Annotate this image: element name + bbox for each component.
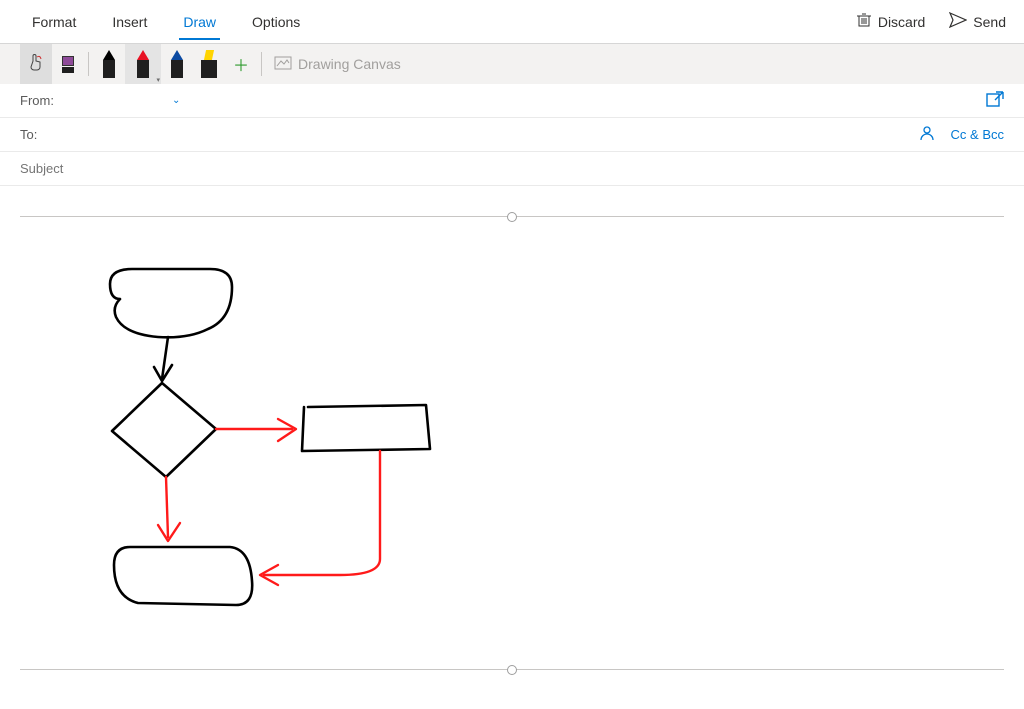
ribbon-actions: Discard Send <box>856 12 1006 31</box>
to-input[interactable] <box>72 127 919 142</box>
subject-row <box>0 152 1024 186</box>
chevron-down-icon[interactable]: ▾ <box>156 76 160 84</box>
send-label: Send <box>973 14 1006 30</box>
from-row: From: ⌄ <box>0 84 1024 118</box>
to-row: To: Cc & Bcc <box>0 118 1024 152</box>
people-picker-button[interactable] <box>919 125 935 144</box>
red-connector-curve <box>264 451 380 575</box>
pen-black-icon <box>102 50 116 78</box>
pen-blue-icon <box>170 50 184 78</box>
from-label: From: <box>20 93 72 108</box>
terminator-shape <box>110 269 232 337</box>
pen-black-tool[interactable] <box>93 44 125 84</box>
subject-input[interactable] <box>20 161 1004 176</box>
canvas-handle-bottom[interactable] <box>507 665 517 675</box>
canvas-divider-bottom <box>20 669 1004 670</box>
separator <box>261 52 262 76</box>
eraser-tool[interactable] <box>52 44 84 84</box>
pen-blue-tool[interactable] <box>161 44 193 84</box>
red-arrow-shaft-down <box>166 477 168 537</box>
separator <box>88 52 89 76</box>
touch-icon <box>27 53 45 76</box>
popout-icon <box>986 94 1004 110</box>
popout-button[interactable] <box>986 91 1004 110</box>
chevron-down-icon: ⌄ <box>172 95 180 106</box>
send-button[interactable]: Send <box>949 12 1006 31</box>
ribbon: Format Insert Draw Options Discard Send <box>0 0 1024 44</box>
drawing-canvas[interactable] <box>20 219 1014 667</box>
people-icon <box>919 129 935 144</box>
pen-red-tool[interactable]: ▾ <box>125 44 161 84</box>
compose-header: From: ⌄ To: Cc & Bcc <box>0 84 1024 186</box>
tab-insert[interactable]: Insert <box>108 4 151 40</box>
discard-button[interactable]: Discard <box>856 12 925 31</box>
diamond-shape <box>112 383 216 477</box>
drawing-canvas-label: Drawing Canvas <box>298 56 401 72</box>
ribbon-tabs: Format Insert Draw Options <box>28 4 304 40</box>
drawing-canvas-button[interactable]: Drawing Canvas <box>274 56 401 73</box>
canvas-divider-top <box>20 216 1004 217</box>
trash-icon <box>856 12 872 31</box>
highlighter-tool[interactable] <box>193 44 225 84</box>
highlighter-icon <box>201 50 217 78</box>
ink-drawing <box>20 219 1014 667</box>
discard-label: Discard <box>878 14 925 30</box>
touch-draw-tool[interactable] <box>20 44 52 84</box>
draw-toolbar: ▾ ＋ Drawing Canvas <box>0 44 1024 84</box>
ccbcc-button[interactable]: Cc & Bcc <box>951 127 1004 142</box>
canvas-icon <box>274 56 292 73</box>
process-shape <box>302 405 430 451</box>
tab-options[interactable]: Options <box>248 4 304 40</box>
tab-format[interactable]: Format <box>28 4 80 40</box>
send-icon <box>949 12 967 31</box>
eraser-icon <box>62 56 74 73</box>
plus-icon: ＋ <box>233 58 249 75</box>
to-label: To: <box>20 127 72 142</box>
rounded-rect-shape <box>114 547 252 605</box>
pen-red-icon <box>136 50 150 78</box>
add-pen-button[interactable]: ＋ <box>233 52 249 76</box>
tab-draw[interactable]: Draw <box>179 4 220 40</box>
from-dropdown[interactable]: ⌄ <box>172 95 180 106</box>
